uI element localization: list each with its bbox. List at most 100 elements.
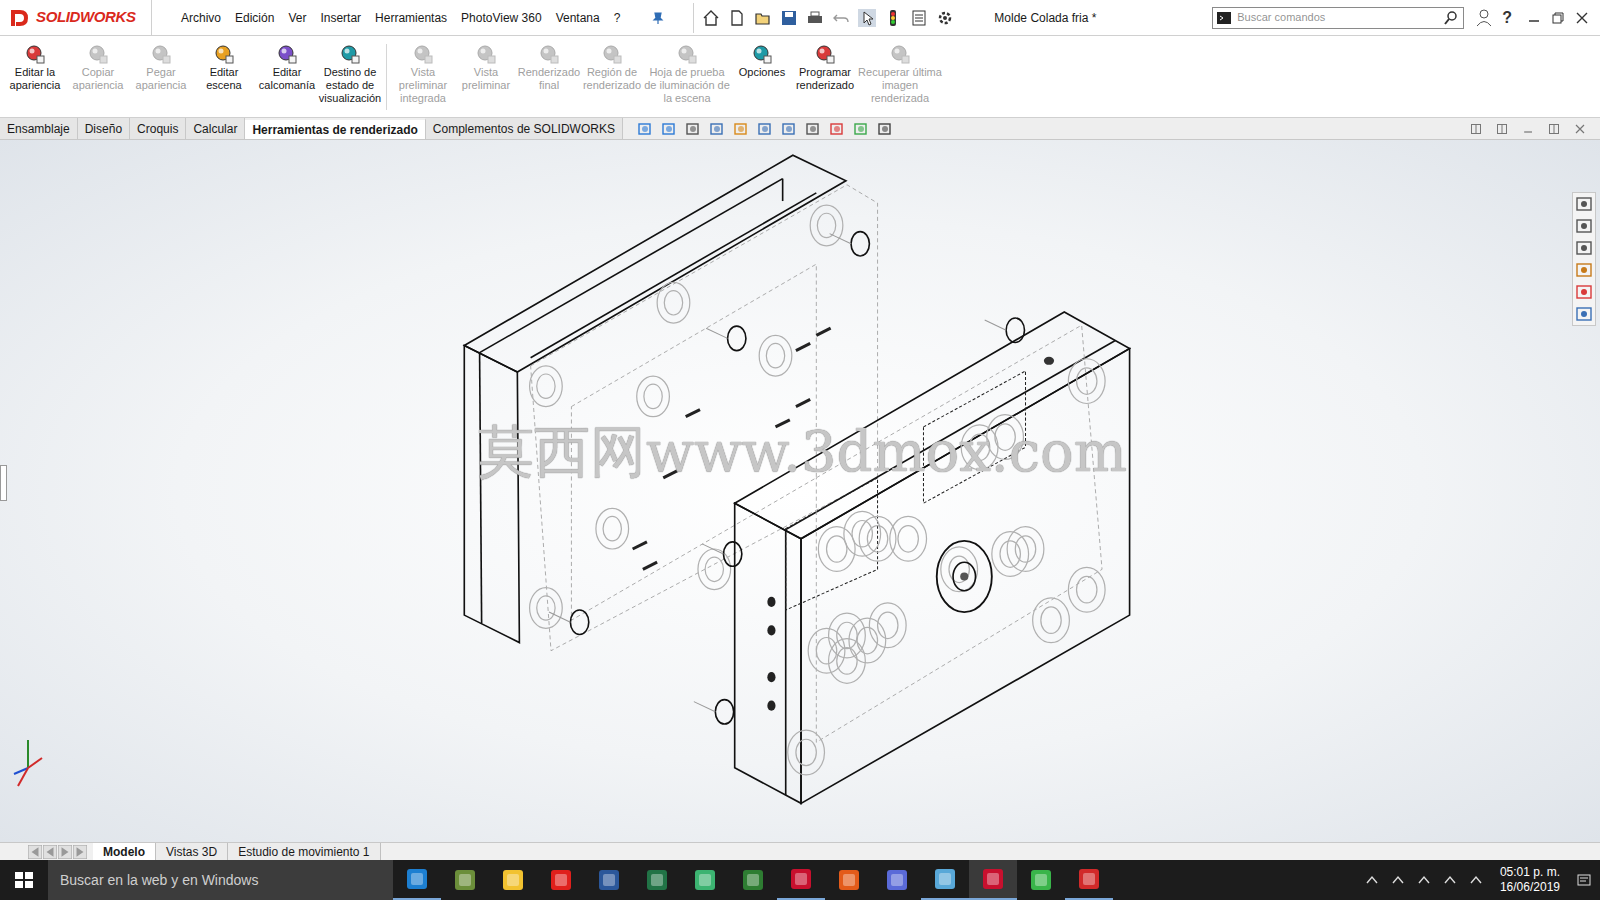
appearances-icon[interactable] [1575,283,1593,301]
viewport-minimize-icon[interactable] [1522,123,1534,135]
custom-properties-icon[interactable] [1575,305,1593,323]
view-orientation-icon[interactable] [757,121,773,137]
dynamic-annotation-icon[interactable] [733,121,749,137]
display-style-icon[interactable] [781,121,797,137]
menu-item[interactable]: Insertar [313,5,368,31]
command-tab[interactable]: Herramientas de renderizado [245,118,425,139]
menu-item[interactable]: ? [607,5,628,31]
ribbon-button: Copiar apariencia [67,44,129,92]
previous-view-icon[interactable] [685,121,701,137]
ribbon-button[interactable]: Opciones [731,44,793,79]
tile-right-icon[interactable] [1496,123,1508,135]
first-tab-icon[interactable] [28,845,42,859]
taskbar-app[interactable] [681,860,729,900]
minimize-icon[interactable] [1528,12,1540,24]
menu-item[interactable]: Ver [281,5,313,31]
section-view-icon[interactable] [709,121,725,137]
command-tab[interactable]: Croquis [130,118,186,139]
keyboard-icon[interactable] [1468,872,1484,888]
taskbar-app[interactable] [441,860,489,900]
view-settings-icon[interactable] [877,121,893,137]
ribbon-button[interactable]: Editar la apariencia [4,44,66,92]
ribbon-button[interactable]: Destino de estado de visualización [319,44,381,105]
zoom-area-icon[interactable] [661,121,677,137]
ribbon-label: Editar escena [193,66,255,92]
file-explorer-icon[interactable] [1575,239,1593,257]
last-tab-icon[interactable] [73,845,87,859]
taskbar-app[interactable] [585,860,633,900]
ribbon-button[interactable]: Editar escena [193,44,255,92]
antivirus-icon[interactable] [1390,872,1406,888]
restore-icon[interactable] [1552,12,1564,24]
taskbar-app[interactable] [777,860,825,900]
undo-icon[interactable] [832,9,850,27]
save-icon[interactable] [780,9,798,27]
viewport-close-icon[interactable] [1574,123,1586,135]
command-tab[interactable]: Diseño [78,118,130,139]
search-input[interactable] [1232,9,1443,26]
next-tab-icon[interactable] [58,845,72,859]
taskbar-app[interactable] [393,860,441,900]
model-tab[interactable]: Estudio de movimiento 1 [228,843,380,860]
tile-left-icon[interactable] [1470,123,1482,135]
search-magnifier-icon[interactable] [1443,10,1459,26]
windows-start-icon[interactable] [0,860,48,900]
volume-icon[interactable] [1416,872,1432,888]
menu-item[interactable]: Archivo [174,5,228,31]
task-pane-home-icon[interactable] [1575,195,1593,213]
taskbar-search[interactable]: Buscar en la web y en Windows [48,860,393,900]
taskbar-app[interactable] [921,860,969,900]
command-tab[interactable]: Ensamblaje [0,118,78,139]
design-library-icon[interactable] [1575,217,1593,235]
close-icon[interactable] [1576,12,1588,24]
taskbar-clock[interactable]: 05:01 p. m.16/06/2019 [1500,865,1560,895]
view-palette-icon[interactable] [1575,261,1593,279]
ribbon-button[interactable]: Editar calcomanía [256,44,318,92]
apply-scene-icon[interactable] [853,121,869,137]
viewport-restore-icon[interactable] [1548,123,1560,135]
select-arrow-icon[interactable] [858,9,876,27]
pin-icon[interactable] [651,11,665,25]
taskbar-app[interactable] [489,860,537,900]
ribbon-label: Editar calcomanía [256,66,318,92]
mold-assembly-drawing[interactable] [0,140,1600,842]
menu-item[interactable]: Edición [228,5,281,31]
home-icon[interactable] [702,9,720,27]
hide-show-icon[interactable] [805,121,821,137]
taskbar-app[interactable] [969,860,1017,900]
ribbon-button[interactable]: Programar renderizado [794,44,856,92]
feature-tree-flyout-handle[interactable] [0,465,7,501]
taskbar-app[interactable] [1017,860,1065,900]
user-icon[interactable] [1476,9,1492,27]
new-document-icon[interactable] [728,9,746,27]
ribbon-command-icon [413,44,433,64]
options-gear-icon[interactable] [936,9,954,27]
menu-item[interactable]: PhotoView 360 [454,5,549,31]
command-tab[interactable]: Complementos de SOLIDWORKS [426,118,623,139]
show-hidden-icons-icon[interactable] [1364,872,1380,888]
menu-item[interactable]: Herramientas [368,5,454,31]
help-button[interactable]: ? [1502,6,1512,30]
print-icon[interactable] [806,9,824,27]
file-properties-icon[interactable] [910,9,928,27]
taskbar-app[interactable] [825,860,873,900]
model-tab[interactable]: Modelo [93,843,156,860]
wifi-icon[interactable] [1442,872,1458,888]
action-center-icon[interactable] [1576,872,1592,888]
rebuild-light-icon[interactable] [884,9,902,27]
taskbar-app[interactable] [873,860,921,900]
taskbar-app[interactable] [1065,860,1113,900]
edit-appearance-icon[interactable] [829,121,845,137]
logo[interactable]: SOLIDWORKS [0,0,152,36]
command-tab[interactable]: Calcular [186,118,245,139]
menu-item[interactable]: Ventana [549,5,607,31]
taskbar-app[interactable] [729,860,777,900]
zoom-to-fit-icon[interactable] [637,121,653,137]
previous-tab-icon[interactable] [43,845,57,859]
graphics-area[interactable]: 莫西网www.3dmox.com [0,140,1600,842]
open-folder-icon[interactable] [754,9,772,27]
desktop-app-icon [933,867,957,891]
model-tab[interactable]: Vistas 3D [156,843,228,860]
taskbar-app[interactable] [633,860,681,900]
taskbar-app[interactable] [537,860,585,900]
